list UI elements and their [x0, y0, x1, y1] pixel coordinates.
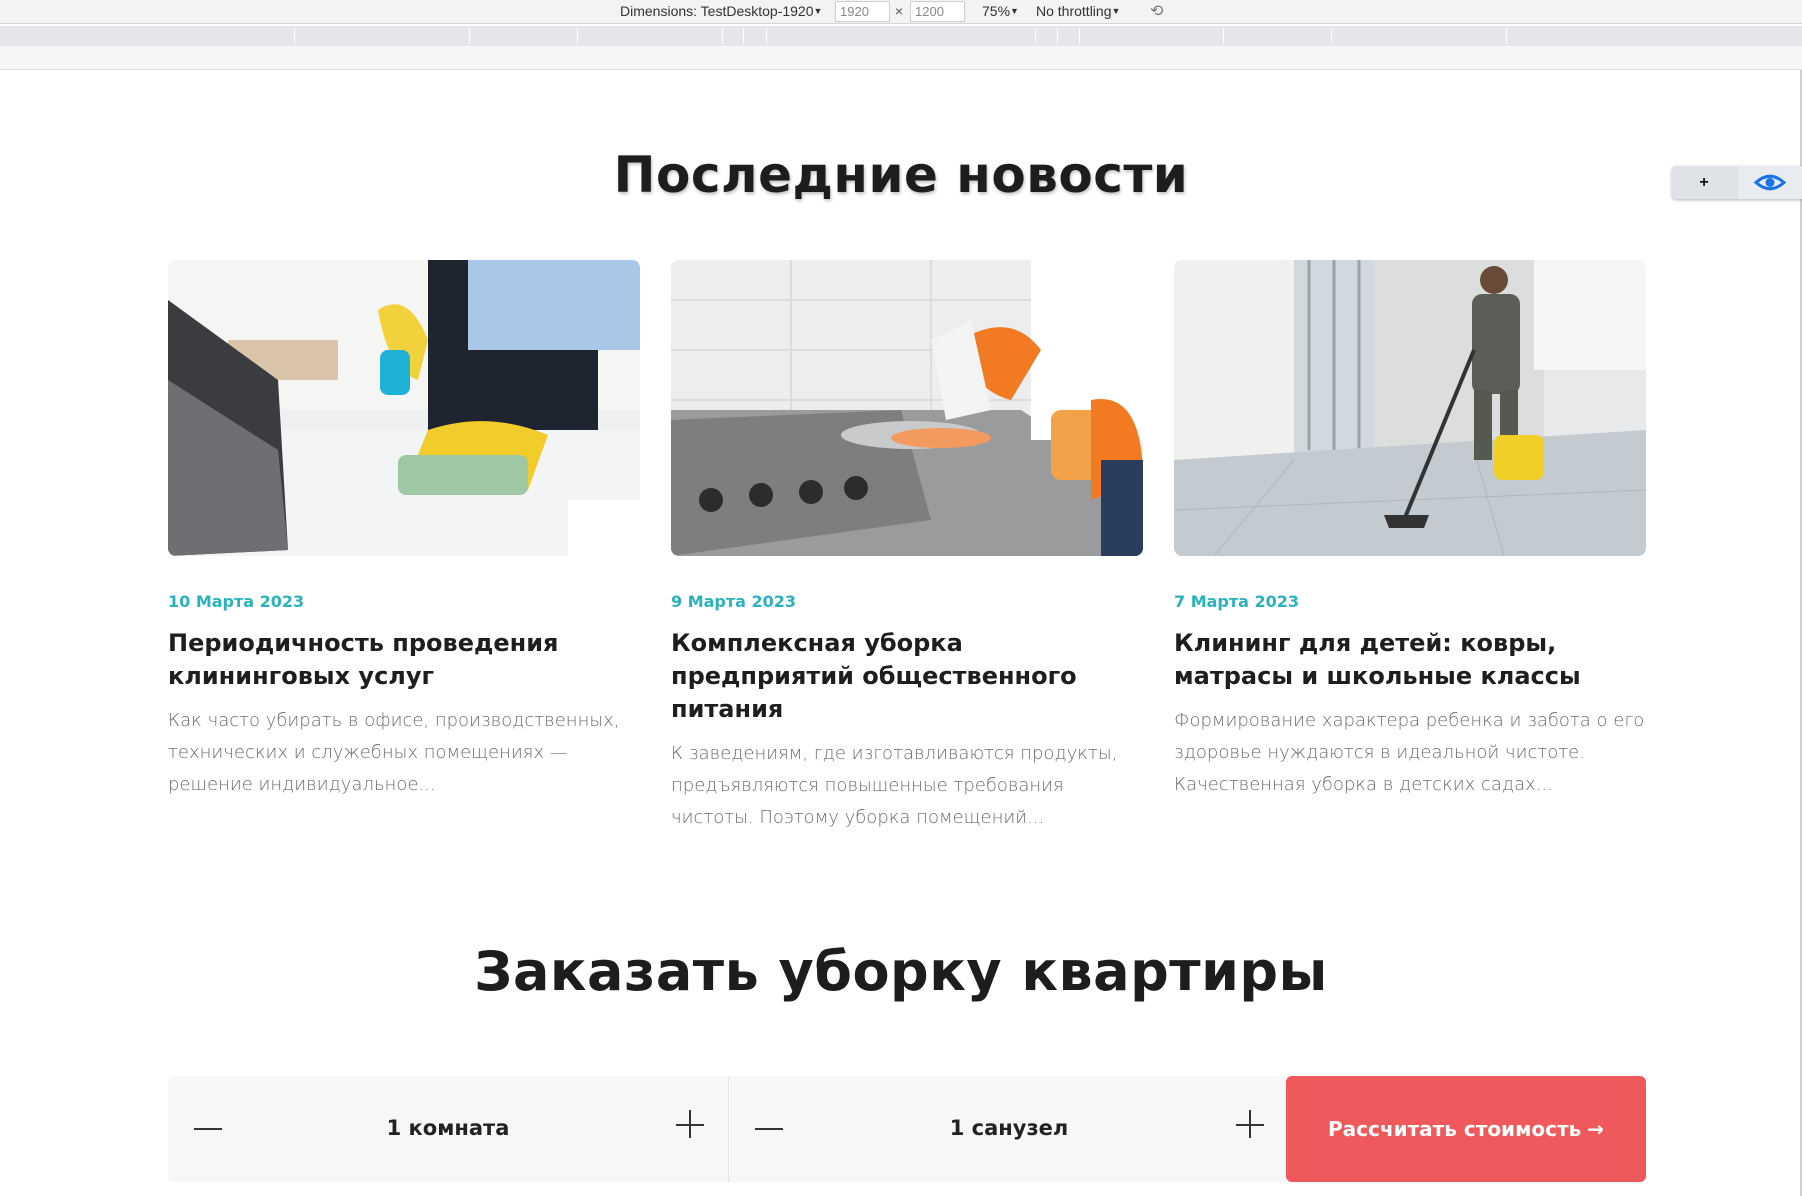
dropdown-arrow-icon: ▼	[1010, 6, 1019, 16]
news-card-image[interactable]	[671, 260, 1143, 556]
news-title[interactable]: Клининг для детей: ковры, матрасы и школ…	[1174, 627, 1646, 693]
ruler-tick	[294, 28, 295, 44]
ruler-tick	[1331, 28, 1332, 44]
news-card[interactable]: 10 Марта 2023 Периодичность проведения к…	[168, 260, 640, 801]
office-cleaning-photo	[168, 260, 640, 556]
height-input[interactable]: 1200	[910, 1, 965, 22]
ruler-tick	[1035, 28, 1036, 44]
rooms-stepper: 1 комната	[168, 1076, 728, 1182]
zoom-dropdown[interactable]: 75%▼	[982, 3, 1019, 19]
rooms-plus-button[interactable]	[676, 1110, 706, 1140]
order-calculator: 1 комната 1 санузел Рассчитать стоимость…	[168, 1076, 1646, 1182]
calculate-price-label: Рассчитать стоимость	[1327, 1117, 1582, 1141]
bathrooms-stepper: 1 санузел	[728, 1076, 1288, 1182]
ruler-tick	[1079, 28, 1080, 44]
throttling-dropdown[interactable]: No throttling▼	[1036, 3, 1120, 19]
bathrooms-plus-button[interactable]	[1236, 1110, 1266, 1140]
arrow-right-icon: →	[1587, 1117, 1605, 1141]
ruler-tick	[577, 28, 578, 44]
news-card[interactable]: 9 Марта 2023 Комплексная уборка предприя…	[671, 260, 1143, 834]
media-query-ruler[interactable]	[0, 26, 1802, 46]
floor-cleaning-photo	[1174, 260, 1646, 556]
news-title[interactable]: Комплексная уборка предприятий обществен…	[671, 627, 1143, 726]
dimensions-dropdown[interactable]: Dimensions: TestDesktop-1920▼	[620, 3, 822, 19]
calculate-price-button[interactable]: Рассчитать стоимость →	[1286, 1076, 1646, 1182]
eye-icon[interactable]	[1738, 166, 1802, 199]
rooms-value: 1 комната	[386, 1116, 510, 1140]
dropdown-arrow-icon: ▼	[813, 6, 823, 16]
dimension-separator: ×	[895, 3, 904, 19]
kitchen-cleaning-photo	[671, 260, 1143, 556]
ruler-tick	[1057, 28, 1058, 44]
floating-widget: +	[1672, 166, 1802, 199]
dropdown-arrow-icon: ▼	[1111, 6, 1121, 16]
ruler-tick	[1506, 28, 1507, 44]
news-card-image[interactable]	[168, 260, 640, 556]
news-date: 10 Марта 2023	[168, 592, 305, 611]
news-excerpt: Формирование характера ребенка и забота …	[1174, 710, 1645, 795]
news-excerpt: К заведениям, где изготавливаются продук…	[671, 743, 1118, 828]
ruler-tick	[766, 28, 767, 44]
ruler-tick	[469, 28, 470, 44]
width-input[interactable]: 1920	[835, 1, 890, 22]
news-title[interactable]: Периодичность проведения клининговых усл…	[168, 627, 640, 693]
ruler-tick	[743, 28, 744, 44]
news-heading: Последние новости	[613, 146, 1189, 204]
viewport-top-gap	[0, 46, 1802, 70]
news-date: 9 Марта 2023	[671, 592, 797, 611]
ruler-tick	[1223, 28, 1224, 44]
news-excerpt: Как часто убирать в офисе, производствен…	[168, 710, 620, 795]
news-card[interactable]: 7 Марта 2023 Клининг для детей: ковры, м…	[1174, 260, 1646, 801]
news-date: 7 Марта 2023	[1174, 592, 1300, 611]
rotate-icon[interactable]: ⟲	[1150, 1, 1163, 21]
bathrooms-value: 1 санузел	[949, 1116, 1069, 1140]
order-heading: Заказать уборку квартиры	[474, 940, 1328, 1003]
ruler-tick	[722, 28, 723, 44]
add-button[interactable]: +	[1672, 166, 1736, 199]
devtools-device-toolbar: Dimensions: TestDesktop-1920▼ 1920 × 120…	[0, 0, 1802, 24]
news-card-image[interactable]	[1174, 260, 1646, 556]
